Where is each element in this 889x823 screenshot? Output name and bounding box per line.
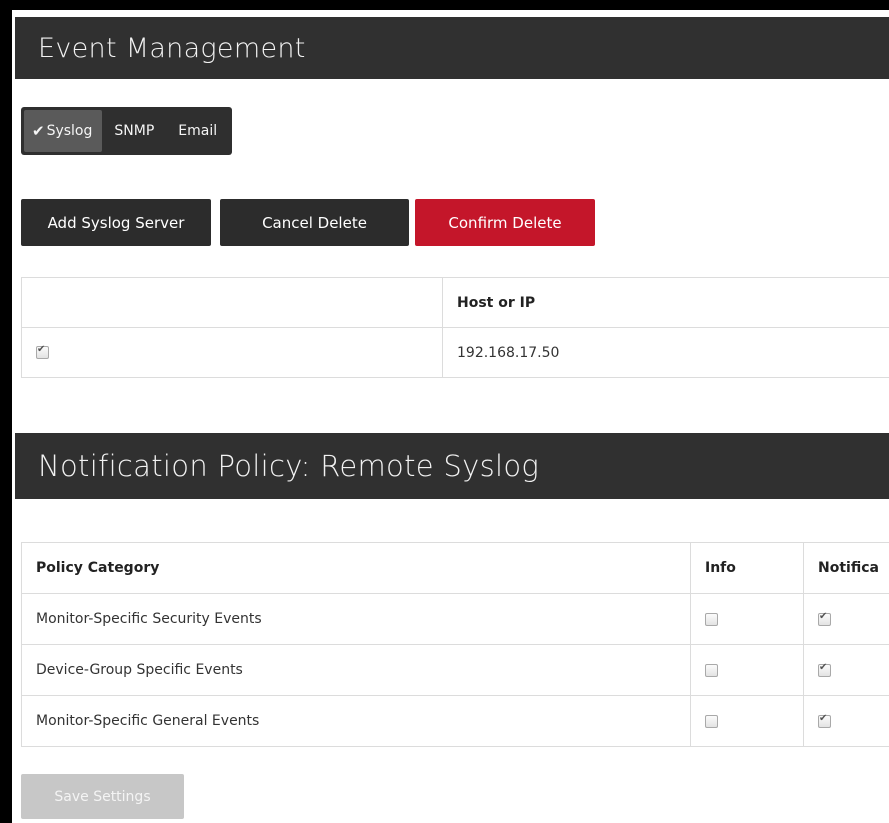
info-cell [690,593,804,645]
tab-snmp[interactable]: SNMP [102,110,166,152]
syslog-servers-table: Host or IP 192.168.17.50 [21,277,889,378]
notification-checkbox[interactable] [818,662,831,677]
table-header-row: Policy Category Info Notifica [21,542,889,594]
confirm-delete-button[interactable]: Confirm Delete [415,199,595,246]
notification-checkbox[interactable] [818,713,831,728]
tab-bar: ✔ Syslog SNMP Email [21,107,233,155]
table-header-row: Host or IP [21,277,889,328]
table-row: Monitor-Specific Security Events [21,593,889,645]
info-checkbox[interactable] [705,714,718,728]
row-select-cell [21,327,443,378]
column-header-notification: Notifica [803,542,889,594]
section-title: Notification Policy: Remote Syslog [15,433,889,499]
host-cell: 192.168.17.50 [442,327,889,378]
notification-checkbox[interactable] [818,611,831,626]
info-cell [690,695,804,747]
table-row: Monitor-Specific General Events [21,695,889,747]
notification-cell [803,695,889,747]
tab-label: Email [178,123,218,139]
notification-cell [803,593,889,645]
column-header-info: Info [690,542,804,594]
info-checkbox[interactable] [705,612,718,626]
policy-category-cell: Monitor-Specific Security Events [21,593,691,645]
tab-label: SNMP [114,123,155,139]
add-syslog-server-button[interactable]: Add Syslog Server [21,199,211,246]
tab-label: Syslog [46,123,93,139]
column-header-host: Host or IP [442,277,889,328]
tab-email[interactable]: Email [166,110,229,152]
column-header-category: Policy Category [21,542,691,594]
tab-syslog[interactable]: ✔ Syslog [24,110,103,152]
page-title: Event Management [15,17,889,79]
column-header-select [21,277,443,328]
app-frame: Event Management ✔ Syslog SNMP Email Add… [12,10,889,823]
check-icon: ✔ [32,122,45,140]
policy-table: Policy Category Info Notifica Monitor-Sp… [21,542,889,747]
table-row: 192.168.17.50 [21,327,889,378]
row-select-checkbox[interactable] [36,344,49,359]
notification-cell [803,644,889,696]
cancel-delete-button[interactable]: Cancel Delete [220,199,409,246]
info-cell [690,644,804,696]
policy-category-cell: Monitor-Specific General Events [21,695,691,747]
policy-category-cell: Device-Group Specific Events [21,644,691,696]
table-row: Device-Group Specific Events [21,644,889,696]
save-settings-button[interactable]: Save Settings [21,774,184,819]
info-checkbox[interactable] [705,663,718,677]
